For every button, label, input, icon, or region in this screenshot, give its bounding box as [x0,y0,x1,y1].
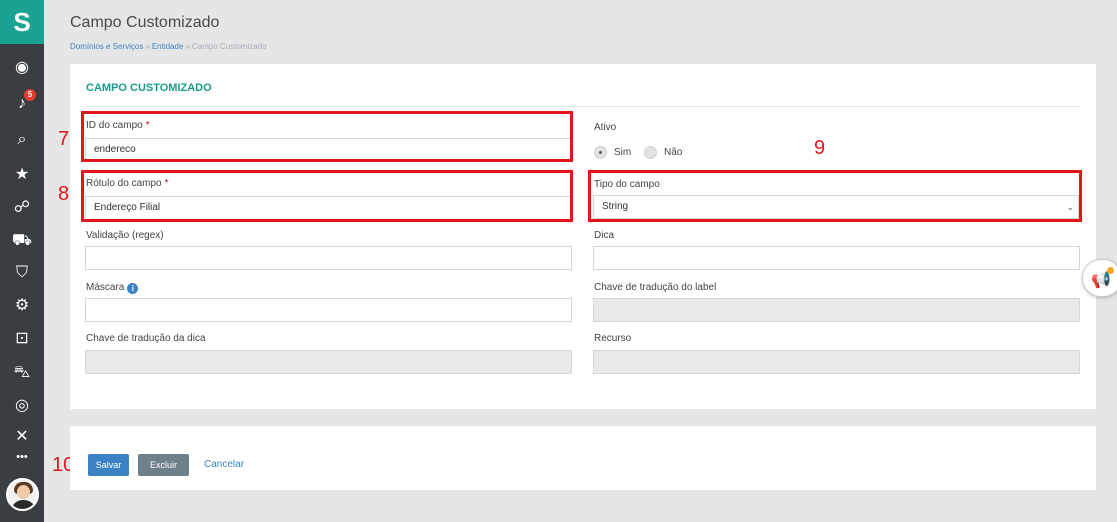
app-logo[interactable]: S [0,0,44,44]
chave-label-field-input [593,298,1080,322]
truck-icon[interactable]: ⛍ [0,360,44,386]
info-icon[interactable]: i [127,283,139,294]
chave-dica-field-input [85,350,572,374]
notification-dot [1107,267,1114,274]
sidebar: S ◉ ♪ 5 ⌕ ★ ☍ ⛟ ⛉ ⚙ ⊡ ⛍ ◎ ✕ ••• [0,0,44,522]
ativo-nao-radio[interactable] [644,146,657,159]
page-title: Campo Customizado [70,14,220,31]
dica-field-label: Dica [594,230,615,241]
ativo-sim-radio[interactable] [594,146,607,159]
star-icon[interactable]: ★ [0,162,44,188]
section-divider [86,106,1080,107]
mascara-field-label: Máscara i [86,282,139,294]
mascara-field-input[interactable] [85,298,572,322]
recurso-field-input [593,350,1080,374]
save-button[interactable]: Salvar [88,454,129,476]
breadcrumb: Domínios e Serviços» Entidade» Campo Custo… [70,42,267,51]
avatar[interactable] [6,478,39,511]
annotation-box-8 [81,170,573,222]
dica-field-input[interactable] [593,246,1080,270]
target-icon[interactable]: ◎ [0,393,44,419]
users-cog-icon[interactable]: ⚙ [0,293,44,319]
validacao-field-input[interactable] [85,246,572,270]
ativo-sim-label: Sim [614,147,632,158]
lock-icon[interactable]: ⊡ [0,326,44,352]
cancel-link[interactable]: Cancelar [204,454,244,476]
shield-icon[interactable]: ⛉ [0,260,44,286]
annotation-number-9: 9 [814,137,826,159]
more-icon[interactable]: ••• [0,444,44,470]
bell-icon[interactable]: ♪ 5 [0,89,44,117]
breadcrumb-item-dominios[interactable]: Domínios e Serviços [70,42,143,51]
recurso-field-label: Recurso [594,333,632,344]
announcement-button[interactable]: 📢 [1082,259,1117,297]
notification-badge: 5 [24,89,36,101]
annotation-box-9 [588,170,1082,222]
ativo-label: Ativo [594,122,617,133]
section-title: CAMPO CUSTOMIZADO [86,82,212,94]
chave-dica-field-label: Chave de tradução da dica [86,333,206,344]
chave-label-field-label: Chave de tradução do label [594,282,717,293]
validacao-field-label: Validação (regex) [86,230,164,241]
annotation-number-8: 8 [58,183,70,205]
breadcrumb-item-current: Campo Customizado [191,42,267,51]
annotation-number-7: 7 [58,128,70,150]
ativo-nao-label: Não [664,147,683,158]
sitemap-icon[interactable]: ☍ [0,195,44,221]
forklift-icon[interactable]: ⛟ [0,228,44,254]
breadcrumb-item-entidade[interactable]: Entidade [152,42,184,51]
delete-button[interactable]: Excluir [138,454,189,476]
profile-icon[interactable]: ◉ [0,55,44,81]
search-icon[interactable]: ⌕ [0,127,44,153]
annotation-box-7 [81,111,573,162]
